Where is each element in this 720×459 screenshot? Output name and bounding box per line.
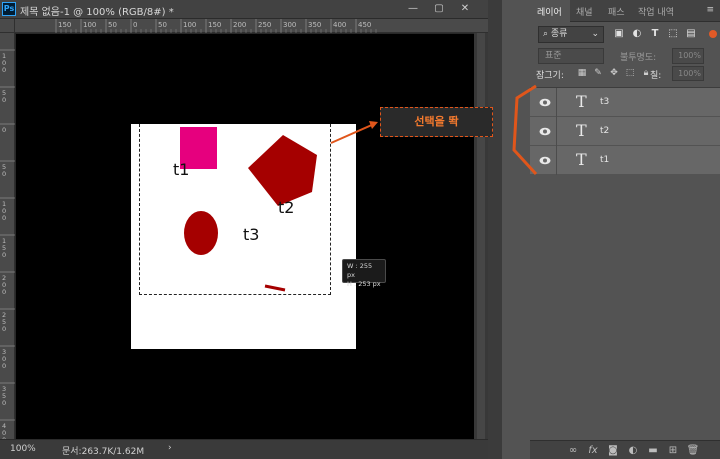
layer-name[interactable]: t2 [600, 126, 609, 136]
new-group-icon[interactable]: ▬ [646, 444, 660, 457]
layer-row-t1[interactable]: T t1 [530, 146, 720, 175]
vertical-scrollbar[interactable] [474, 33, 488, 439]
type-filter-icon[interactable]: T [648, 27, 662, 41]
adjustment-layer-icon[interactable]: ◐ [626, 444, 640, 457]
lock-position-icon[interactable]: ✥ [608, 67, 620, 79]
fill-label: 칠: [650, 71, 662, 81]
lock-label: 잠그기: [536, 71, 564, 81]
selection-marquee[interactable] [139, 124, 331, 295]
status-bar: 100% 문서:263.7K/1.62M › [0, 439, 488, 459]
delete-layer-icon[interactable]: 🗑︎ [686, 444, 700, 457]
panel-bottom-toolbar: ∞ fx ◙ ◐ ▬ ⊞ 🗑︎ [530, 440, 720, 459]
chevron-down-icon: ⌄ [591, 29, 599, 39]
layer-name[interactable]: t1 [600, 155, 609, 165]
layers-panel: 레이어 채널 패스 작업 내역 ≡ ⌕ 종류 ⌄ ▣ ◐ T ⬚ ▤ 표준 불투… [530, 0, 720, 459]
blend-mode-select[interactable]: 표준 [538, 48, 604, 64]
zoom-level[interactable]: 100% [10, 444, 36, 454]
layer-divider [556, 146, 557, 175]
blend-mode-row: 표준 불투명도: 100% [534, 48, 716, 64]
filter-kind-label: ⌕ 종류 [543, 29, 568, 39]
lock-row: 잠그기: ▦ ✎ ✥ ⬚ 🔒︎ 칠: 100% [534, 66, 716, 82]
visibility-eye-icon[interactable] [539, 127, 551, 136]
smart-object-filter-icon[interactable]: ▤ [684, 27, 698, 41]
layer-row-t2[interactable]: T t2 [530, 117, 720, 146]
tooltip-height: H : 253 px [347, 280, 381, 288]
new-layer-icon[interactable]: ⊞ [666, 444, 680, 457]
annotation-callout: 선택을 똭 [380, 107, 493, 137]
opacity-input[interactable]: 100% [672, 48, 704, 64]
layer-divider [556, 117, 557, 146]
shape-filter-icon[interactable]: ⬚ [666, 27, 680, 41]
scrollbar-thumb[interactable] [477, 33, 485, 439]
layer-row-t3[interactable]: T t3 [530, 88, 720, 117]
layer-list: T t3 T t2 T t1 [530, 87, 720, 432]
add-mask-icon[interactable]: ◙ [606, 444, 620, 457]
lock-transparency-icon[interactable]: ▦ [576, 67, 588, 79]
panel-menu-icon[interactable]: ≡ [706, 5, 714, 15]
fill-input[interactable]: 100% [672, 66, 704, 81]
layer-filter-row: ⌕ 종류 ⌄ ▣ ◐ T ⬚ ▤ [534, 26, 717, 44]
status-menu-arrow-icon[interactable]: › [168, 443, 172, 453]
filter-kind-select[interactable]: ⌕ 종류 ⌄ [538, 26, 604, 43]
opacity-label: 불투명도: [620, 53, 657, 63]
tab-layers[interactable]: 레이어 [537, 5, 562, 18]
visibility-eye-icon[interactable] [539, 98, 551, 107]
type-layer-icon: T [576, 121, 587, 140]
image-filter-icon[interactable]: ▣ [612, 27, 626, 41]
type-layer-icon: T [576, 150, 587, 169]
lock-artboard-icon[interactable]: ⬚ [624, 67, 636, 79]
layer-divider [556, 88, 557, 117]
filter-toggle-icon[interactable] [709, 30, 717, 38]
layer-name[interactable]: t3 [600, 97, 609, 107]
document-window: Ps 제목 없음-1 @ 100% (RGB/8#) * — ▢ ✕ 150 10… [0, 0, 488, 459]
visibility-eye-icon[interactable] [539, 156, 551, 165]
dimension-tooltip: W : 255 px H : 253 px [342, 259, 386, 288]
tab-channels[interactable]: 채널 [576, 5, 593, 18]
tab-history[interactable]: 작업 내역 [638, 5, 674, 18]
fx-icon[interactable]: fx [586, 444, 600, 457]
type-layer-icon: T [576, 92, 587, 111]
document-size: 문서:263.7K/1.62M [62, 447, 145, 457]
lock-pixels-icon[interactable]: ✎ [592, 67, 604, 79]
tooltip-width: W : 255 px [347, 262, 373, 279]
panel-tab-bar: 레이어 채널 패스 작업 내역 ≡ [530, 0, 720, 22]
link-layers-icon[interactable]: ∞ [566, 444, 580, 457]
adjustment-filter-icon[interactable]: ◐ [630, 27, 644, 41]
tab-paths[interactable]: 패스 [608, 5, 625, 18]
panel-divider [488, 0, 502, 459]
